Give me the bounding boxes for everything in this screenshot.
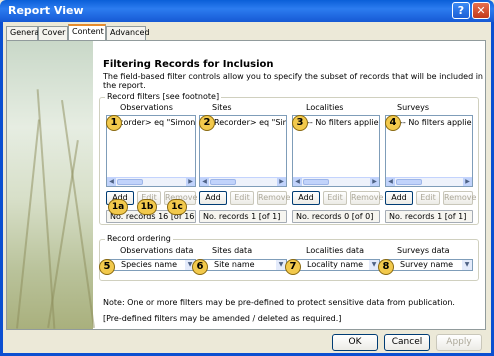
page-heading: Filtering Records for Inclusion [103, 59, 274, 70]
surveys-data-title: Surveys data [397, 246, 450, 255]
ok-button[interactable]: OK [332, 334, 378, 351]
surveys-record-count: No. records 1 [of 1] [385, 210, 473, 223]
sites-remove-button[interactable]: Remove [257, 191, 290, 205]
list-item[interactable]: -- No filters applied ++ [307, 118, 379, 127]
record-filters-label: Record filters [see footnote] [105, 92, 222, 101]
scroll-left-icon[interactable]: ◀ [293, 178, 302, 186]
scroll-left-icon[interactable]: ◀ [386, 178, 395, 186]
callout-badge: 5 [99, 259, 115, 275]
sites-data-title: Sites data [212, 246, 253, 255]
horizontal-scrollbar[interactable]: ◀ ▶ [386, 177, 472, 186]
help-button[interactable]: ? [452, 2, 470, 19]
callout-badge: 2 [199, 115, 215, 131]
intro-text: The field-based filter controls allow yo… [103, 72, 484, 90]
surveys-edit-button[interactable]: Edit [416, 191, 440, 205]
callout-badge: 1b [137, 199, 157, 215]
footnote-text: Note: One or more filters may be pre-def… [103, 298, 455, 307]
select-value: Site name [214, 260, 255, 269]
scroll-right-icon[interactable]: ▶ [370, 178, 379, 186]
callout-badge: 6 [192, 259, 208, 275]
tab-advanced[interactable]: Advanced [106, 26, 150, 40]
sites-add-button[interactable]: Add [199, 191, 227, 205]
callout-badge: 7 [285, 259, 301, 275]
callout-badge: 1a [108, 199, 128, 215]
surveys-add-button[interactable]: Add [385, 191, 413, 205]
scroll-thumb[interactable] [210, 179, 236, 185]
tab-content[interactable]: Content [68, 24, 106, 41]
callout-badge: 1c [167, 199, 187, 215]
scroll-right-icon[interactable]: ▶ [186, 178, 195, 186]
localities-data-title: Localities data [306, 246, 364, 255]
scroll-right-icon[interactable]: ▶ [277, 178, 286, 186]
surveys-title: Surveys [397, 103, 429, 112]
localities-record-count: No. records 0 [of 0] [292, 210, 380, 223]
observations-title: Observations [120, 103, 173, 112]
close-button[interactable]: ✕ [472, 2, 490, 19]
select-value: Survey name [400, 260, 454, 269]
observations-data-title: Observations data [120, 246, 194, 255]
cancel-button[interactable]: Cancel [384, 334, 430, 351]
horizontal-scrollbar[interactable]: ◀ ▶ [293, 177, 379, 186]
localities-add-button[interactable]: Add [292, 191, 320, 205]
callout-badge: 4 [385, 115, 401, 131]
callout-badge: 1 [106, 115, 122, 131]
sites-edit-button[interactable]: Edit [230, 191, 254, 205]
scroll-left-icon[interactable]: ◀ [107, 178, 116, 186]
horizontal-scrollbar[interactable]: ◀ ▶ [200, 177, 286, 186]
content-panel: Filtering Records for Inclusion The fiel… [6, 40, 486, 330]
scroll-thumb[interactable] [117, 179, 143, 185]
list-item[interactable]: Recorder> eq "Simon Sl... [109, 118, 195, 127]
window-title: Report View [8, 4, 84, 17]
localities-order-select[interactable]: Locality name ▼ [292, 259, 380, 271]
title-bar: Report View ? ✕ [0, 0, 494, 22]
list-item[interactable]: -- No filters applied ++ [400, 118, 472, 127]
tab-general[interactable]: General [6, 26, 42, 40]
chevron-down-icon[interactable]: ▼ [462, 260, 472, 270]
sites-order-select[interactable]: Site name ▼ [199, 259, 287, 271]
list-item[interactable]: Recorder> eq "Simon Slu [214, 118, 286, 127]
select-value: Locality name [307, 260, 364, 269]
callout-badge: 3 [292, 115, 308, 131]
sites-title: Sites [212, 103, 232, 112]
select-value: Species name [121, 260, 178, 269]
localities-remove-button[interactable]: Remove [350, 191, 383, 205]
sites-record-count: No. records 1 [of 1] [199, 210, 287, 223]
scroll-left-icon[interactable]: ◀ [200, 178, 209, 186]
record-ordering-label: Record ordering [105, 234, 173, 243]
scroll-thumb[interactable] [396, 179, 422, 185]
localities-edit-button[interactable]: Edit [323, 191, 347, 205]
callout-badge: 8 [378, 259, 394, 275]
localities-title: Localities [306, 103, 344, 112]
observations-order-select[interactable]: Species name ▼ [106, 259, 196, 271]
apply-button[interactable]: Apply [436, 334, 482, 351]
footnote-text-2: [Pre-defined filters may be amended / de… [103, 314, 342, 323]
scroll-right-icon[interactable]: ▶ [463, 178, 472, 186]
surveys-remove-button[interactable]: Remove [443, 191, 476, 205]
wheat-sidebar-image [7, 41, 95, 329]
scroll-thumb[interactable] [303, 179, 329, 185]
horizontal-scrollbar[interactable]: ◀ ▶ [107, 177, 195, 186]
surveys-order-select[interactable]: Survey name ▼ [385, 259, 473, 271]
tab-cover[interactable]: Cover [38, 26, 68, 40]
